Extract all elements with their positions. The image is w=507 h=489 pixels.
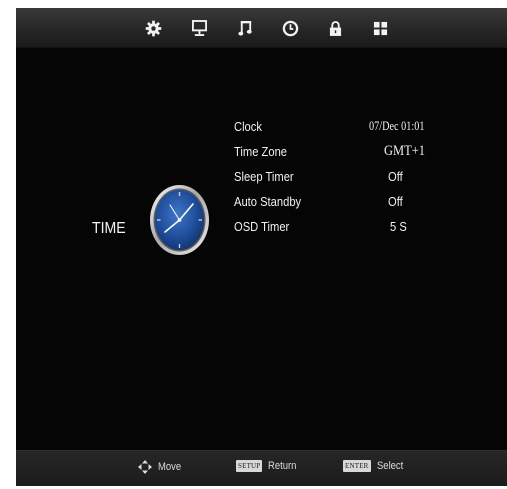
time-zone-label: Time Zone — [234, 144, 288, 159]
menu-row-auto-standby[interactable]: Auto Standby Off — [234, 191, 494, 216]
tab-sound[interactable] — [232, 15, 258, 41]
menu-row-time-zone[interactable]: Time Zone GMT+1 — [234, 141, 494, 166]
section-clock-graphic — [148, 183, 211, 257]
auto-standby-value: Off — [388, 194, 403, 209]
select-label: Select — [376, 460, 403, 472]
time-zone-value: GMT+1 — [384, 143, 425, 159]
hint-select[interactable]: ENTER Select — [343, 460, 407, 472]
music-note-icon — [237, 20, 252, 36]
tv-osd-screen: TIME Clock 07/Dec 01:01 Time Zone GMT+1 … — [16, 8, 507, 486]
sleep-timer-value: Off — [388, 169, 403, 184]
menu-row-sleep-timer[interactable]: Sleep Timer Off — [234, 166, 494, 191]
tab-screen[interactable] — [186, 15, 212, 41]
move-label: Move — [158, 461, 182, 473]
osd-timer-label: OSD Timer — [234, 219, 290, 234]
move-arrows-icon — [138, 460, 152, 474]
analog-clock-icon — [150, 185, 209, 255]
tab-bar-divider — [16, 47, 507, 48]
key-hint-bar: Move SETUP Return ENTER Select — [16, 450, 507, 486]
return-label: Return — [268, 460, 297, 472]
gear-icon — [145, 20, 161, 36]
grid-icon — [373, 21, 387, 35]
osd-timer-value: 5 S — [390, 219, 407, 234]
menu-tab-bar — [16, 8, 507, 47]
menu-row-clock[interactable]: Clock 07/Dec 01:01 — [234, 116, 494, 141]
hint-move[interactable]: Move — [138, 460, 185, 474]
section-title: TIME — [92, 220, 126, 237]
enter-key-icon: ENTER — [343, 460, 371, 472]
time-settings-list: Clock 07/Dec 01:01 Time Zone GMT+1 Sleep… — [234, 116, 494, 241]
setup-key-icon: SETUP — [236, 460, 263, 472]
lock-icon — [329, 20, 341, 36]
clock-label: Clock — [234, 119, 262, 134]
auto-standby-label: Auto Standby — [234, 194, 302, 209]
tab-picture[interactable] — [140, 15, 166, 41]
menu-row-osd-timer[interactable]: OSD Timer 5 S — [234, 216, 494, 241]
hint-return[interactable]: SETUP Return — [236, 460, 301, 472]
tab-lock[interactable] — [322, 15, 348, 41]
tab-time[interactable] — [277, 15, 303, 41]
tab-setup[interactable] — [367, 15, 393, 41]
sleep-timer-label: Sleep Timer — [234, 169, 294, 184]
clock-icon — [282, 20, 298, 36]
clock-value: 07/Dec 01:01 — [369, 119, 425, 133]
monitor-icon — [191, 19, 207, 36]
